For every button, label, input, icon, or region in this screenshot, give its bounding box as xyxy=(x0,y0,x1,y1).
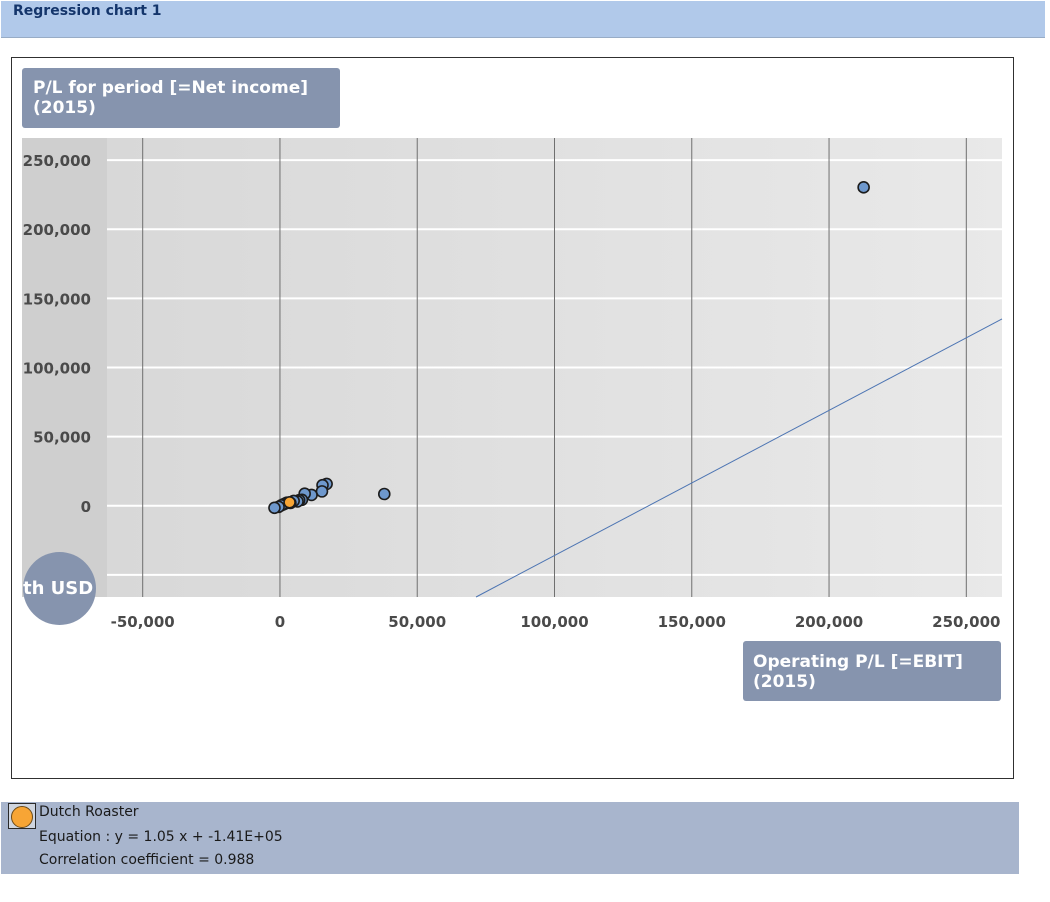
data-point-peers xyxy=(315,485,329,498)
correlation-coefficient: Correlation coefficient = 0.988 xyxy=(39,852,255,868)
x-tick-label: 0 xyxy=(275,613,285,631)
regression-chart: -50,000 0 50,000 100,000 150,000 200,000 250,0… xyxy=(22,138,1003,631)
unit-badge: th USD xyxy=(23,552,96,625)
y-tick-label: 0 xyxy=(81,498,91,516)
data-point-dutch-roaster xyxy=(283,495,296,509)
x-tick-label: 50,000 xyxy=(388,613,446,631)
legend-marker-icon xyxy=(8,803,36,829)
x-tick-label: 200,000 xyxy=(795,613,863,631)
x-axis-title: Operating P/L [=EBIT] (2015) xyxy=(743,641,1001,701)
y-tick-label: 200,000 xyxy=(23,221,91,239)
legend-company: Dutch Roaster xyxy=(39,804,139,820)
legend-panel: Dutch Roaster Equation : y = 1.05 x + -1… xyxy=(1,802,1019,874)
data-point-peers xyxy=(377,487,391,501)
y-tick-label: 100,000 xyxy=(23,360,91,378)
y-tick-label: 150,000 xyxy=(23,290,91,308)
y-axis-title: P/L for period [=Net income] (2015) xyxy=(22,68,340,128)
unit-label: th USD xyxy=(23,578,94,599)
data-point-peers xyxy=(857,181,870,194)
x-tick-label: 100,000 xyxy=(520,613,588,631)
y-tick-label: 250,000 xyxy=(23,152,91,170)
regression-equation: Equation : y = 1.05 x + -1.41E+05 xyxy=(39,829,283,845)
y-tick-label: 50,000 xyxy=(33,429,91,447)
x-tick-label: -50,000 xyxy=(111,613,175,631)
data-point-peers xyxy=(268,501,281,515)
x-tick-label: 150,000 xyxy=(658,613,726,631)
x-tick-label: 250,000 xyxy=(932,613,1000,631)
